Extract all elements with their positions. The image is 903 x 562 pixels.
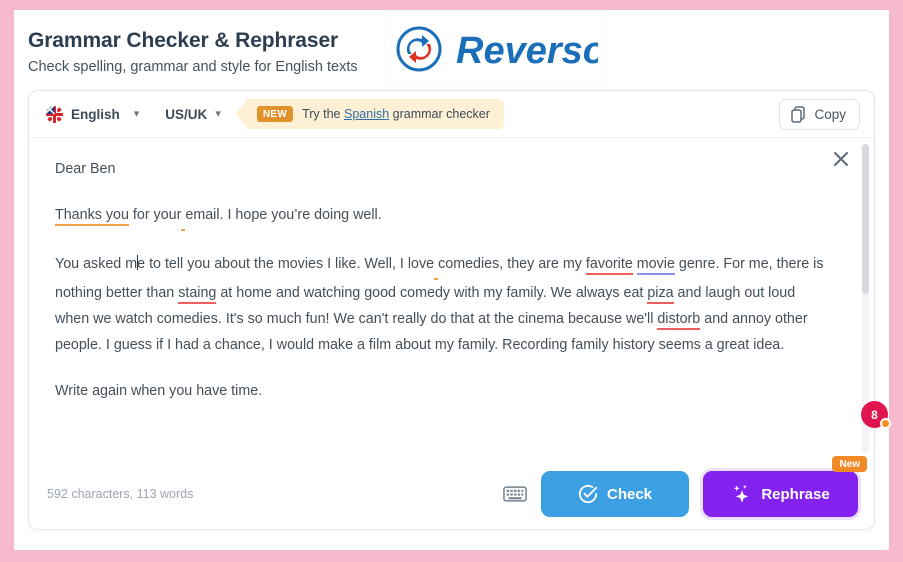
body-part-1: You asked m [55, 256, 138, 272]
help-notification-dot [880, 418, 891, 429]
paragraph-thanks: Thanks you for your email. I hope you’re… [55, 202, 830, 231]
copy-icon [791, 105, 806, 123]
editor-toolbar: English ▾ US/UK ▾ NEW Try the Spanish gr… [29, 91, 874, 138]
help-bubble[interactable]: 8 [861, 401, 891, 429]
closing-text: Write again when you have time. [55, 383, 263, 399]
thanks-mid: for your [128, 207, 182, 223]
svg-text:Reverso: Reverso [456, 30, 598, 72]
character-word-counter: 592 characters, 113 words [47, 487, 194, 501]
editor-card: English ▾ US/UK ▾ NEW Try the Spanish gr… [28, 90, 891, 530]
rephrase-button[interactable]: New Rephrase [703, 456, 867, 517]
text-editor-region[interactable]: Dear Ben Thanks you for your email. I ho… [29, 138, 874, 459]
spanish-promo-banner[interactable]: NEW Try the Spanish grammar checker [235, 99, 504, 129]
check-button[interactable]: Check [541, 471, 689, 517]
chevron-down-icon: ▾ [133, 107, 140, 120]
sparkles-icon [734, 484, 749, 503]
error-staing[interactable]: staing [178, 285, 217, 304]
variant-selector[interactable]: US/UK ▾ [165, 99, 221, 129]
page-header: Grammar Checker & Rephraser Check spelli… [14, 10, 889, 90]
error-favorite[interactable]: favorite [585, 256, 633, 275]
error-thanks-you[interactable]: Thanks you [55, 207, 129, 226]
promo-prefix: Try the [302, 107, 344, 121]
language-selector[interactable]: English ▾ [45, 99, 139, 129]
promo-suffix: grammar checker [389, 107, 490, 121]
promo-text: Try the Spanish grammar checker [302, 107, 490, 121]
greeting-text: Dear Ben [55, 161, 116, 177]
app-shell: Grammar Checker & Rephraser Check spelli… [14, 10, 891, 550]
reverso-logo[interactable]: Reverso [385, 16, 604, 82]
new-badge: NEW [256, 106, 294, 122]
page-root: Grammar Checker & Rephraser Check spelli… [0, 0, 903, 562]
error-distorb[interactable]: distorb [657, 311, 701, 330]
check-circle-icon [578, 484, 598, 504]
body-part-6: at home and watching good comedy with my… [216, 285, 648, 301]
reverso-logo-icon: Reverso [396, 26, 598, 72]
page-subtitle: Check spelling, grammar and style for En… [28, 59, 358, 76]
paragraph-greeting: Dear Ben [55, 156, 830, 182]
paragraph-body: You asked me to tell you about the movie… [55, 251, 830, 358]
header-titles: Grammar Checker & Rephraser Check spelli… [28, 24, 358, 77]
body-part-3: comedies, they are my [438, 256, 586, 272]
help-count: 8 [871, 407, 878, 422]
chevron-down-icon: ▾ [215, 107, 221, 120]
paragraph-closing: Write again when you have time. [55, 378, 830, 404]
page-title: Grammar Checker & Rephraser [28, 29, 339, 52]
body-part-2: e to tell you about the movies I like. W… [137, 256, 435, 272]
language-label: English [71, 106, 120, 122]
footer-actions: Check New Rephrase [503, 456, 867, 517]
check-label: Check [606, 485, 653, 503]
error-movie[interactable]: movie [636, 256, 675, 275]
variant-label: US/UK [165, 106, 208, 122]
scrollbar-thumb[interactable] [862, 144, 869, 294]
copy-label: Copy [814, 106, 846, 122]
spanish-link[interactable]: Spanish [344, 107, 389, 121]
editor-footer: 592 characters, 113 words Check New Reph… [29, 456, 874, 529]
rephrase-label: Rephrase [761, 485, 830, 503]
error-piza[interactable]: piza [647, 285, 674, 304]
uk-us-flag-icon [45, 104, 64, 124]
keyboard-icon[interactable] [503, 484, 527, 504]
close-icon[interactable] [830, 148, 852, 170]
rephrase-new-badge: New [832, 456, 867, 472]
copy-button[interactable]: Copy [779, 98, 860, 130]
thanks-end: email. I hope you’re doing well. [185, 207, 382, 223]
document-text[interactable]: Dear Ben Thanks you for your email. I ho… [55, 156, 830, 404]
